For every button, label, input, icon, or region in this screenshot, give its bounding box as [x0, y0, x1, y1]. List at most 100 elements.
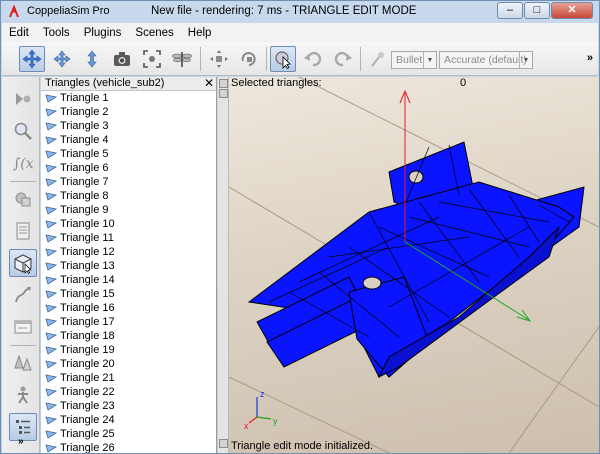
close-button[interactable]: ✕ [551, 2, 593, 19]
title-bar[interactable]: CoppeliaSim Pro New file - rendering: 7 … [1, 1, 599, 23]
camera-pan-button[interactable] [19, 46, 45, 72]
calculation-modules-button[interactable] [9, 117, 37, 145]
triangle-label: Triangle 8 [60, 190, 109, 202]
camera-fit-button[interactable] [109, 46, 135, 72]
camera-shift-button[interactable] [79, 46, 105, 72]
triangle-list-item[interactable]: Triangle 9 [41, 203, 216, 217]
model-browser-button[interactable] [9, 349, 37, 377]
triangle-label: Triangle 7 [60, 176, 109, 188]
triangle-label: Triangle 2 [60, 106, 109, 118]
kinematics-button[interactable] [9, 381, 37, 409]
menu-bar: Edit Tools Plugins Scenes Help [2, 23, 598, 42]
object-rotate-icon [241, 52, 256, 66]
ui-editor-button[interactable] [9, 313, 37, 341]
document-icon [16, 222, 30, 240]
minimize-button[interactable]: – [497, 2, 523, 19]
triangle-list-item[interactable]: Triangle 26 [41, 441, 216, 453]
triangle-list-item[interactable]: Triangle 6 [41, 161, 216, 175]
panel-header: Triangles (vehicle_sub2) ✕ [41, 77, 216, 91]
hierarchy-list-icon [16, 420, 30, 434]
toolbar-overflow-button[interactable]: » [587, 52, 593, 64]
scene-viewport[interactable]: z x y Selected triangles: 0 Triangle edi… [218, 77, 599, 453]
triangle-label: Triangle 9 [60, 204, 109, 216]
triangle-list-item[interactable]: Triangle 19 [41, 343, 216, 357]
fly-mode-button[interactable] [169, 46, 195, 72]
triangle-label: Triangle 4 [60, 134, 109, 146]
triangle-list-item[interactable]: Triangle 22 [41, 385, 216, 399]
triangle-icon [45, 94, 57, 103]
triangle-list-item[interactable]: Triangle 21 [41, 371, 216, 385]
page-selector-button[interactable] [9, 217, 37, 245]
menu-edit[interactable]: Edit [2, 27, 36, 39]
menu-plugins[interactable]: Plugins [77, 27, 129, 39]
triangle-list-item[interactable]: Triangle 7 [41, 175, 216, 189]
undo-icon [304, 51, 322, 67]
menu-scenes[interactable]: Scenes [128, 27, 180, 39]
triangle-icon [45, 108, 57, 117]
object-rotate-button[interactable] [236, 46, 262, 72]
camera-rotate-button[interactable] [49, 46, 75, 72]
redo-button[interactable] [330, 46, 356, 72]
dynamics-toggle-button[interactable] [364, 46, 390, 72]
triangle-list-item[interactable]: Triangle 2 [41, 105, 216, 119]
fit-to-view-button[interactable] [139, 46, 165, 72]
triangle-list-item[interactable]: Triangle 10 [41, 217, 216, 231]
camera-icon [114, 52, 130, 66]
toolbar-separator [200, 47, 201, 71]
axis-y-label: y [273, 416, 278, 426]
triangle-list-item[interactable]: Triangle 5 [41, 147, 216, 161]
info-toggle-button-secondary[interactable] [219, 89, 228, 98]
triangle-label: Triangle 25 [60, 428, 115, 440]
triangle-list-item[interactable]: Triangle 24 [41, 413, 216, 427]
triangle-list-item[interactable]: Triangle 13 [41, 259, 216, 273]
scripts-button[interactable]: ∫(x) [9, 149, 37, 177]
scene-object-properties-button[interactable] [9, 85, 37, 113]
vehicle-mesh-render: z x y [229, 77, 599, 453]
triangle-list-item[interactable]: Triangle 12 [41, 245, 216, 259]
triangle-list-item[interactable]: Triangle 18 [41, 329, 216, 343]
triangle-list-item[interactable]: Triangle 23 [41, 399, 216, 413]
triangle-list-item[interactable]: Triangle 1 [41, 91, 216, 105]
object-shift-button[interactable] [206, 46, 232, 72]
triangle-list-item[interactable]: Triangle 3 [41, 119, 216, 133]
menu-help[interactable]: Help [181, 27, 219, 39]
up-down-arrow-icon [87, 50, 97, 68]
function-icon: ∫(x) [13, 156, 34, 172]
triangle-label: Triangle 19 [60, 344, 115, 356]
triangle-list-item[interactable]: Triangle 16 [41, 301, 216, 315]
triangle-label: Triangle 22 [60, 386, 115, 398]
engine-accuracy-select[interactable]: Accurate (default) ▼ [439, 51, 533, 69]
chevron-down-icon: ▼ [519, 52, 532, 68]
triangle-icon [45, 234, 57, 243]
dialog-icon [14, 320, 32, 334]
path-edit-button[interactable] [9, 281, 37, 309]
shape-edit-button[interactable] [9, 185, 37, 213]
move-arrows-icon [22, 49, 42, 69]
panel-title: Triangles (vehicle_sub2) [45, 77, 165, 89]
click-selection-button[interactable] [270, 46, 296, 72]
triangle-icon [45, 178, 57, 187]
status-toggle-button[interactable] [219, 439, 228, 448]
triangle-list-item[interactable]: Triangle 15 [41, 287, 216, 301]
close-icon[interactable]: ✕ [204, 77, 214, 90]
triangle-list-item[interactable]: Triangle 25 [41, 427, 216, 441]
physics-engine-select[interactable]: Bullet ▼ [391, 51, 437, 69]
triangle-icon [45, 332, 57, 341]
triangle-list-item[interactable]: Triangle 4 [41, 133, 216, 147]
triangle-list-item[interactable]: Triangle 14 [41, 273, 216, 287]
triangle-label: Triangle 1 [60, 92, 109, 104]
triangle-label: Triangle 12 [60, 246, 115, 258]
menu-tools[interactable]: Tools [36, 27, 77, 39]
triangle-list-item[interactable]: Triangle 20 [41, 357, 216, 371]
maximize-button[interactable]: □ [524, 2, 550, 19]
app-window: CoppeliaSim Pro New file - rendering: 7 … [0, 0, 600, 454]
rotate-arrows-icon [53, 50, 71, 68]
triangle-list-item[interactable]: Triangle 11 [41, 231, 216, 245]
triangle-edit-mode-button[interactable] [9, 249, 37, 277]
triangle-list-panel: Triangles (vehicle_sub2) ✕ Triangle 1 Tri… [41, 77, 217, 453]
undo-button[interactable] [300, 46, 326, 72]
triangle-list-item[interactable]: Triangle 17 [41, 315, 216, 329]
info-toggle-button[interactable] [219, 79, 228, 88]
triangle-list-item[interactable]: Triangle 8 [41, 189, 216, 203]
left-toolbar-overflow-button[interactable]: » [18, 436, 24, 447]
